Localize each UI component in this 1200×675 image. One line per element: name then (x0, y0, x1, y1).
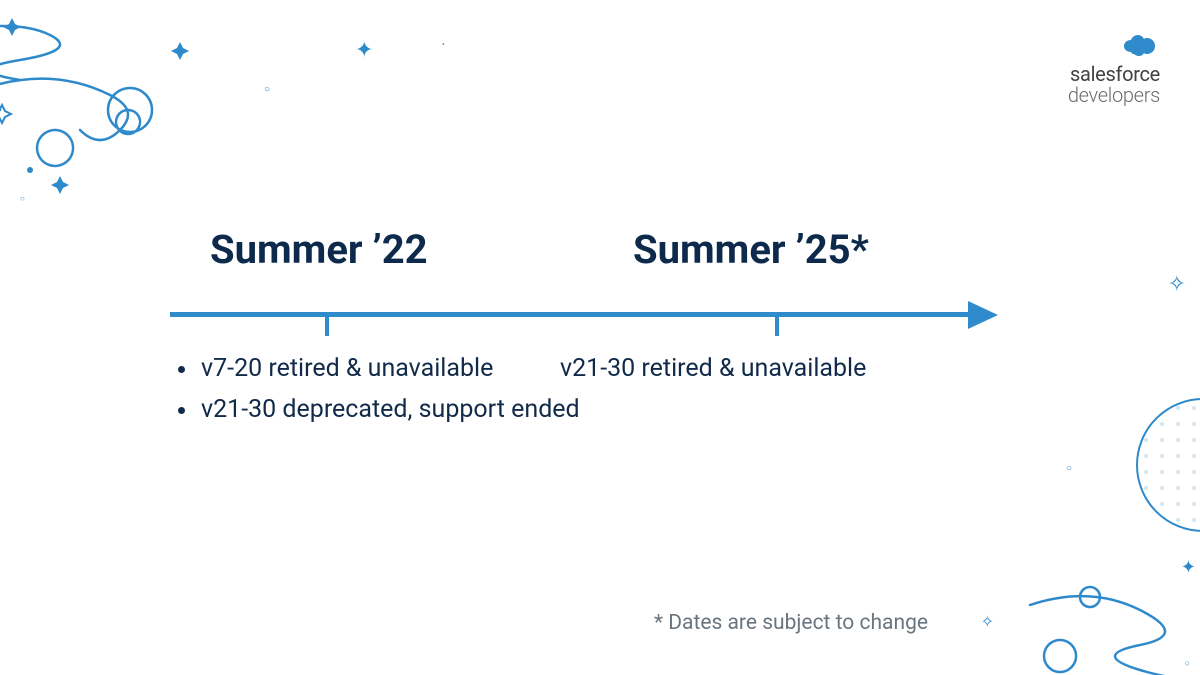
milestone-1-details: v7-20 retired & unavailable v21-30 depre… (175, 348, 580, 431)
timeline-tick-1 (325, 312, 329, 336)
decor-dot-icon: ○ (1185, 658, 1190, 669)
timeline-arrow (170, 304, 1000, 334)
milestone-heading-1: Summer ’22 (210, 226, 428, 273)
footnote: * Dates are subject to change (654, 611, 928, 635)
brand-logo: salesforce developers (1068, 34, 1160, 106)
milestone-heading-2: Summer ’25* (633, 226, 869, 273)
brand-line2: developers (1068, 85, 1160, 106)
decor-dot-icon: • (442, 40, 445, 49)
decor-dot-icon: ○ (20, 194, 25, 203)
decor-dot-icon: ○ (1066, 463, 1072, 474)
decor-swirl-top-left (0, 10, 260, 210)
milestone-1-bullet: v21-30 deprecated, support ended (199, 389, 580, 430)
timeline-tick-2 (775, 312, 779, 336)
decor-sparkle-icon: ✧ (1168, 272, 1186, 297)
milestone-1-bullet: v7-20 retired & unavailable (199, 348, 580, 389)
decor-sparkle-icon: ✦ (1181, 557, 1196, 578)
salesforce-cloud-icon (1122, 34, 1158, 58)
arrowhead-icon (968, 301, 998, 329)
milestone-2-details: v21-30 retired & unavailable (560, 348, 866, 389)
brand-line1: salesforce (1068, 64, 1160, 85)
decor-swirl-bottom-right (920, 475, 1200, 675)
decor-sparkle-icon: ✧ (981, 612, 994, 631)
decor-sparkle-icon: ✦ (355, 38, 373, 63)
decor-dot-icon: ○ (264, 84, 270, 95)
